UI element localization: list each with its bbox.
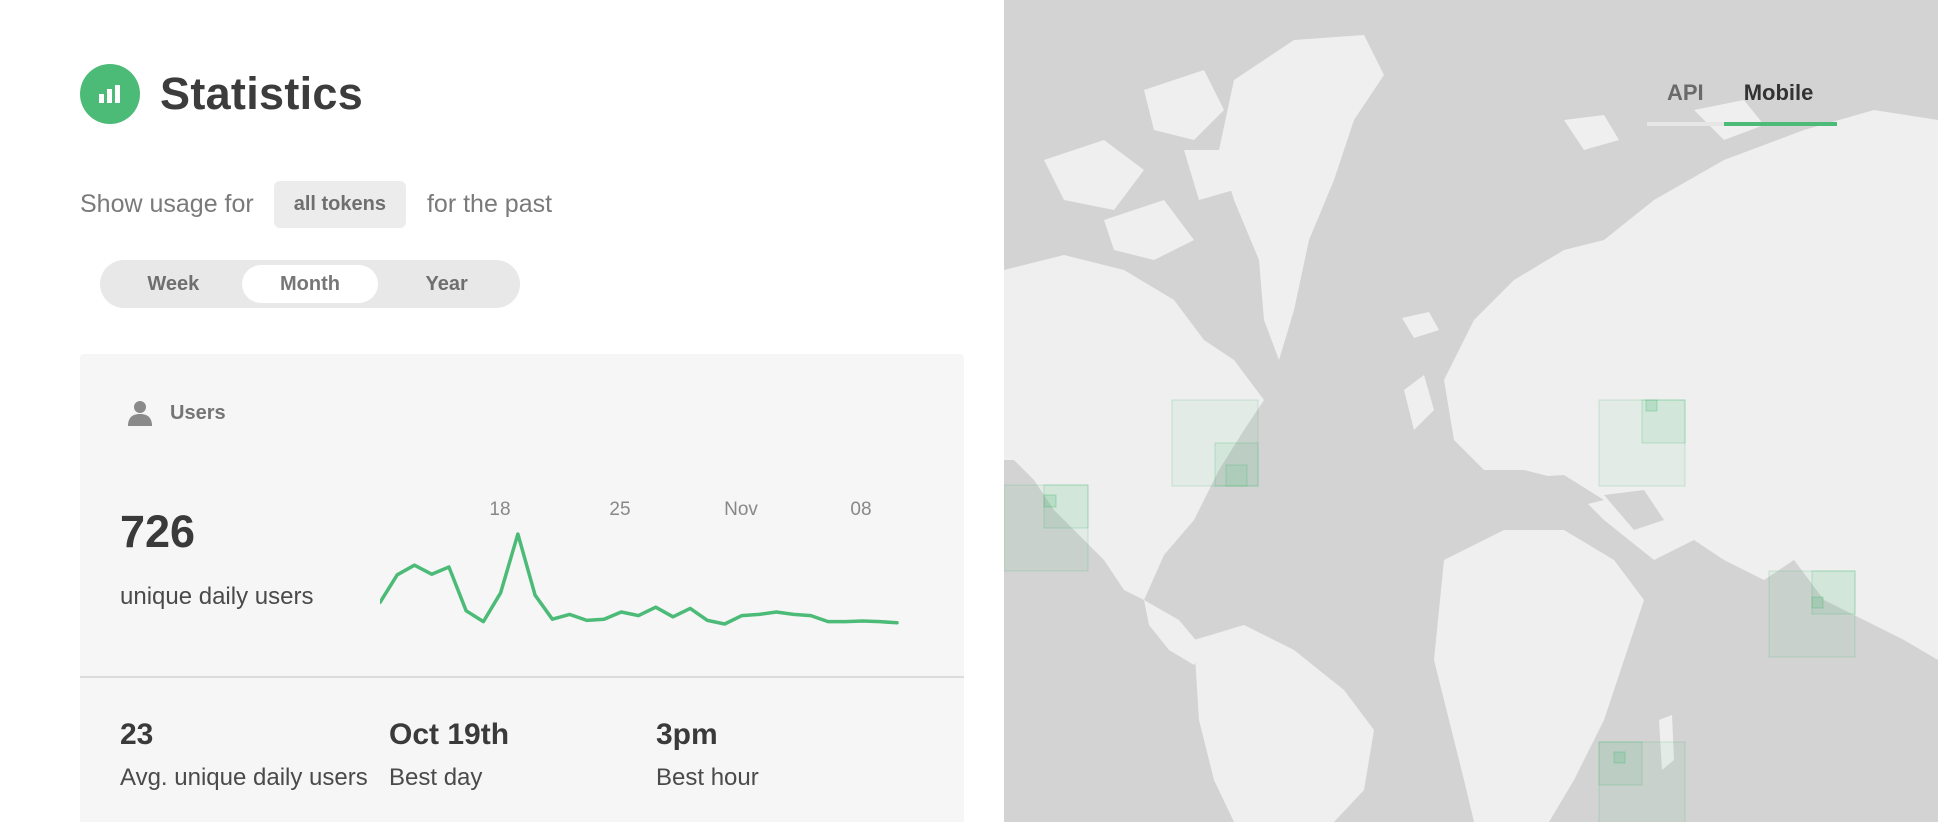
tab-api[interactable]: API (1647, 76, 1724, 126)
usage-prefix: Show usage for (80, 190, 254, 218)
users-card: Users 726 unique daily users 18 25 Nov 0… (80, 354, 964, 822)
bar-chart-icon (80, 64, 140, 124)
x-tick-label: 18 (489, 499, 510, 520)
period-month[interactable]: Month (241, 265, 379, 303)
usage-filter-row: Show usage for all tokens for the past (80, 181, 552, 228)
unique-users-value: 726 (120, 506, 196, 557)
x-tick-label: 25 (609, 499, 630, 520)
stat-best-day: Oct 19th Best day (389, 718, 509, 792)
period-week[interactable]: Week (105, 265, 242, 303)
period-year[interactable]: Year (378, 265, 515, 303)
users-card-label: Users (170, 401, 226, 424)
stat-best-hour: 3pm Best hour (656, 718, 759, 792)
card-divider (80, 676, 964, 678)
x-tick-label: Nov (724, 499, 758, 520)
page-title: Statistics (160, 68, 364, 119)
users-card-header: Users (128, 400, 226, 426)
stat-value: 3pm (656, 718, 718, 751)
left-panel: Statistics Show usage for all tokens for… (0, 0, 1004, 822)
stat-value: 23 (120, 718, 154, 751)
tab-mobile[interactable]: Mobile (1723, 76, 1838, 126)
stat-label: Best hour (656, 764, 759, 791)
x-tick-label: 08 (850, 499, 871, 520)
series-line (380, 532, 899, 626)
title-row: Statistics (80, 64, 363, 124)
map-tabs: API Mobile (1647, 76, 1838, 126)
usage-suffix: for the past (426, 190, 553, 218)
period-selector: Week Month Year (100, 260, 520, 308)
stat-value: Oct 19th (389, 718, 510, 751)
stat-label: Best day (389, 764, 483, 791)
stat-avg-users: 23 Avg. unique daily users (120, 718, 368, 792)
stat-label: Avg. unique daily users (120, 764, 368, 791)
token-selector[interactable]: all tokens (273, 181, 406, 228)
user-icon (128, 401, 152, 426)
users-line-chart: 18 25 Nov 08 (380, 499, 899, 626)
world-map[interactable]: API Mobile (1004, 0, 1938, 822)
unique-users-label: unique daily users (120, 583, 314, 610)
